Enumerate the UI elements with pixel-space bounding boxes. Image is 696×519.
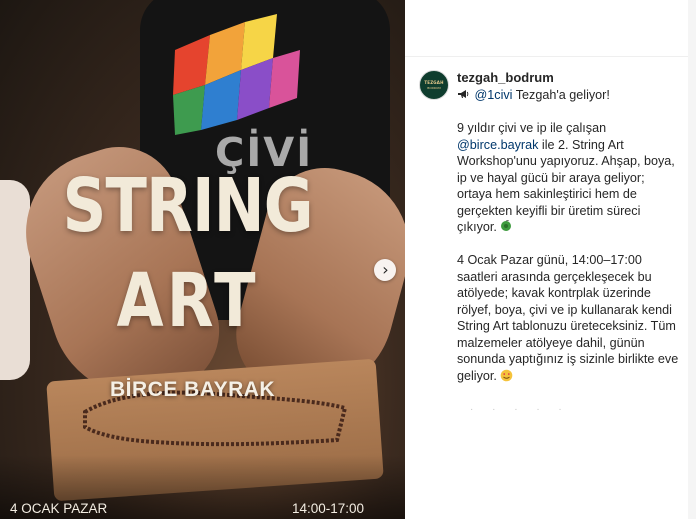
- caption-paragraph-intro: @1civi Tezgah'a geliyor!: [457, 87, 683, 104]
- poster-title-line1: STRING: [62, 163, 314, 249]
- p2-text-before: 9 yıldır çivi ve ip ile çalışan: [457, 121, 607, 135]
- carousel-next-button[interactable]: ›: [374, 259, 396, 281]
- background-child: [0, 180, 30, 380]
- p3-text: 4 Ocak Pazar günü, 14:00–17:00 saatleri …: [457, 253, 679, 383]
- mention-link[interactable]: @birce.bayrak: [457, 138, 538, 152]
- header-divider: [405, 56, 696, 57]
- megaphone-icon: [457, 87, 471, 104]
- avatar-subtext: BODRUM: [427, 86, 441, 90]
- avatar-text: TEZGAH: [424, 80, 444, 85]
- poster-time: 14:00-17:00: [292, 501, 365, 516]
- mention-link[interactable]: @1civi: [475, 88, 513, 102]
- poster-title-line2: ART: [116, 258, 259, 344]
- caption-paragraph-3: 4 Ocak Pazar günü, 14:00–17:00 saatleri …: [457, 252, 683, 384]
- intro-text: Tezgah'a geliyor!: [512, 88, 610, 102]
- smiling-face-with-hearts-icon: [500, 369, 513, 383]
- post-username[interactable]: tezgah_bodrum: [457, 70, 554, 85]
- instagram-post-view: ÇİVİ STRING ART BİRCE BAYRAK 4 OCAK PAZA…: [0, 0, 696, 519]
- scrollbar-track[interactable]: [688, 0, 696, 519]
- poster-author: BİRCE BAYRAK: [110, 378, 276, 401]
- post-media-image[interactable]: ÇİVİ STRING ART BİRCE BAYRAK 4 OCAK PAZA…: [0, 0, 405, 519]
- caption-paragraph-2: 9 yıldır çivi ve ip ile çalışan @birce.b…: [457, 120, 683, 236]
- more-content-indicator: · · · · ·: [470, 404, 570, 415]
- chevron-right-icon: ›: [382, 260, 389, 279]
- avatar[interactable]: TEZGAH BODRUM: [419, 70, 449, 100]
- post-caption: @1civi Tezgah'a geliyor! 9 yıldır çivi v…: [457, 87, 683, 401]
- poster-date: 4 OCAK PAZAR: [10, 501, 108, 516]
- yo-yo-emoji-icon: [500, 219, 512, 234]
